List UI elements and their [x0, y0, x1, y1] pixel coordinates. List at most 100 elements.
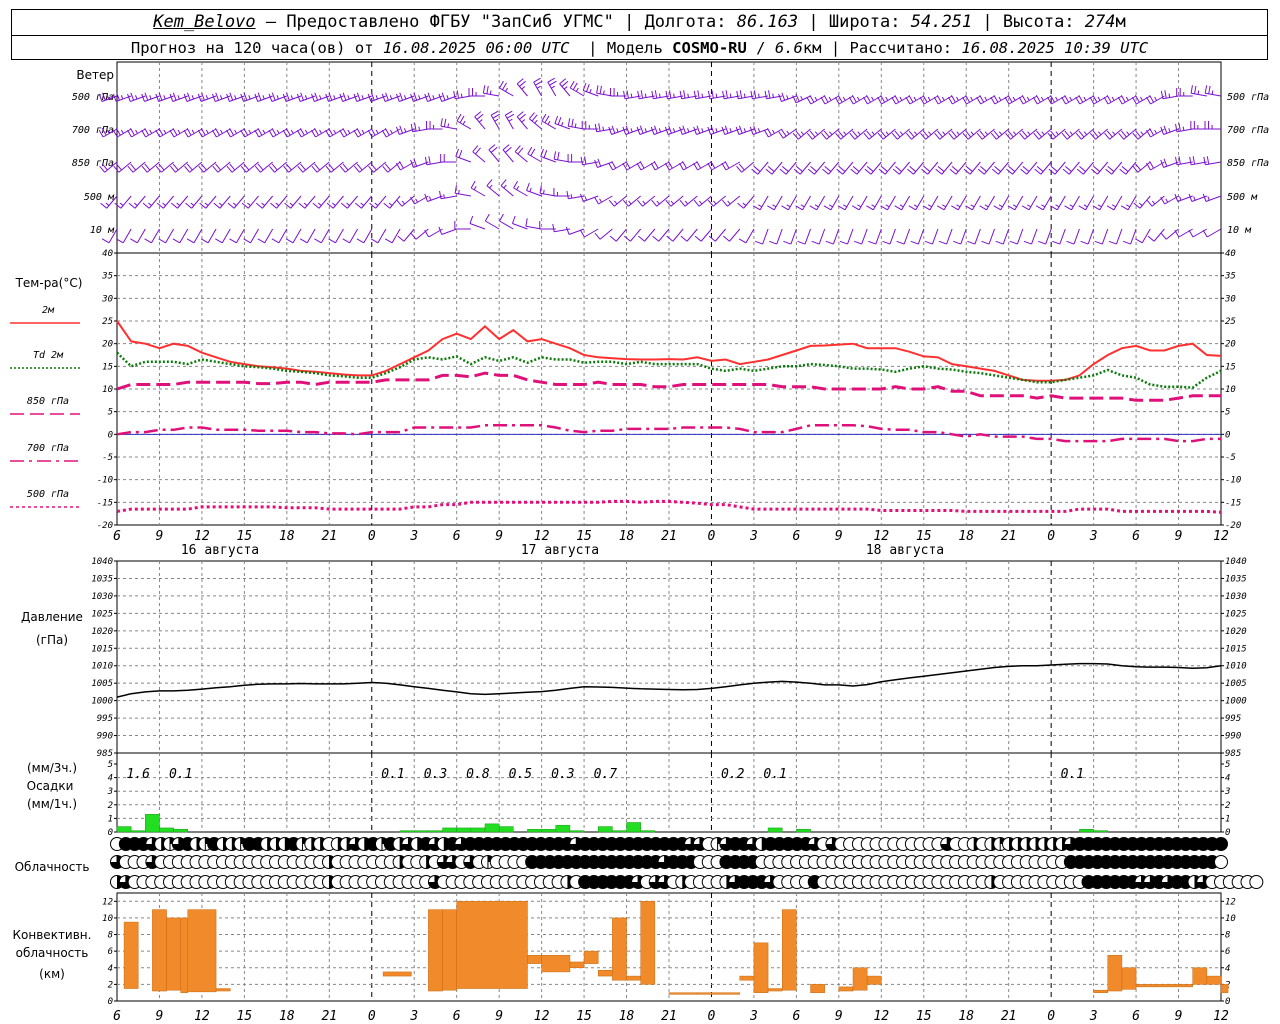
wind-level-label-left: 850 гПа: [72, 158, 114, 169]
wind-barb-feather: [763, 129, 769, 138]
wind-barb-shaft: [941, 161, 953, 175]
wind-barb: [172, 228, 189, 244]
wind-barb-feather: [333, 95, 336, 100]
wind-barb-feather: [1035, 95, 1041, 103]
wind-barb-feather: [1022, 166, 1030, 172]
wind-barb-feather: [254, 93, 259, 102]
wind-barb-feather: [395, 162, 401, 171]
wind-barb-feather: [990, 96, 996, 105]
precip-bar: [413, 830, 429, 833]
wind-barb-feather: [751, 168, 759, 175]
wind-barb-feather: [135, 129, 138, 134]
wind-barb-feather: [962, 132, 969, 140]
wind-barb-feather: [1027, 204, 1032, 208]
wind-barb-feather: [197, 93, 202, 102]
wind-barb-shaft: [672, 228, 684, 242]
temp-ytick-left: 25: [102, 317, 113, 327]
wind-barb-feather: [856, 96, 860, 101]
wind-barb-feather: [1048, 168, 1056, 175]
wind-barb: [426, 121, 443, 130]
temp-ytick-right: -10: [1225, 476, 1241, 486]
wind-barb: [185, 195, 203, 209]
pres-ytick-left: 1005: [91, 679, 113, 689]
wind-barb-feather: [998, 131, 1003, 136]
prec-ytick-left: 4: [108, 774, 113, 784]
wind-barb-shaft: [1012, 161, 1024, 175]
wind-barb-feather: [1078, 130, 1085, 138]
wind-barb-feather: [684, 200, 689, 205]
wind-barb-feather: [729, 128, 732, 133]
precip-bar: [428, 830, 443, 833]
wind-barb: [765, 161, 783, 175]
wind-barb-feather: [905, 132, 912, 140]
wind-barb-feather: [119, 202, 124, 206]
wind-barb-feather: [994, 166, 1001, 172]
wind-barb-feather: [765, 168, 773, 175]
wind-barb: [227, 195, 245, 209]
precip-bar: [130, 830, 146, 833]
wind-barb: [579, 193, 599, 202]
wind-barb-shaft: [391, 228, 401, 244]
precip-3h-total: 0.1: [763, 767, 786, 782]
wind-barb: [736, 161, 755, 173]
wind-barb-feather: [936, 205, 945, 211]
wind-barb: [454, 221, 471, 230]
wind-barb-feather: [711, 90, 714, 99]
wind-barb-feather: [970, 131, 974, 136]
temp-legend-label: 2м: [42, 305, 55, 316]
wind-barb-feather: [963, 168, 971, 175]
wind-barb-feather: [144, 163, 151, 171]
wind-barb-feather: [899, 204, 904, 208]
wind-barb-feather: [863, 96, 868, 105]
wind-barb-shaft: [917, 228, 925, 245]
temp-ytick-left: 10: [102, 385, 113, 395]
wind-barb-shaft: [529, 118, 542, 130]
wind-barb-shaft: [221, 228, 231, 244]
wind-barb: [270, 195, 288, 209]
wind-barb: [569, 80, 585, 97]
wind-barb-feather: [1132, 165, 1139, 173]
wind-barb-feather: [1097, 96, 1101, 101]
wind-barb-feather: [319, 129, 322, 134]
wind-barb-shaft: [1113, 195, 1123, 211]
wind-barb: [514, 145, 528, 163]
wind-barb: [396, 195, 415, 207]
wind-barb-feather: [177, 95, 180, 100]
wind-barb-feather: [544, 115, 550, 124]
wind-barb-feather: [567, 118, 571, 127]
wind-barb-feather: [494, 118, 499, 122]
wind-barb: [255, 195, 274, 209]
wind-barb-feather: [339, 165, 346, 173]
wind-barb-feather: [871, 131, 875, 136]
wind-barb-feather: [766, 128, 772, 136]
precip-3h-total: 1.6: [126, 767, 150, 782]
wind-barb-feather: [628, 200, 632, 205]
conv-hour-label: 21: [661, 1009, 677, 1024]
wind-barb-feather: [1080, 240, 1089, 245]
wind-barb-feather: [561, 80, 569, 87]
wind-barb-feather: [821, 132, 827, 140]
wind-barb: [1132, 161, 1151, 173]
wind-barb-feather: [172, 238, 181, 244]
wind-barb-feather: [105, 202, 110, 206]
wind-barb-feather: [113, 165, 120, 173]
wind-barb-feather: [809, 130, 816, 138]
wind-barb-feather: [169, 129, 175, 138]
wind-barb: [439, 190, 457, 200]
wind-barb-feather: [356, 92, 361, 101]
wind-barb-feather: [824, 166, 832, 172]
wind-barb: [779, 161, 797, 175]
wind-barb-feather: [314, 128, 319, 136]
wind-barb-feather: [1117, 96, 1123, 105]
precip-bar: [569, 830, 585, 833]
wind-barb: [839, 228, 854, 245]
wind-barb-feather: [998, 96, 1002, 101]
wind-barb-feather: [486, 179, 493, 187]
wind-barb-feather: [148, 202, 152, 206]
wind-barb-feather: [571, 118, 574, 127]
wind-barb-shaft: [377, 228, 387, 244]
wind-barb-feather: [186, 128, 192, 136]
wind-barb-feather: [679, 199, 686, 207]
wind-barb-feather: [909, 166, 917, 172]
wind-barb-shaft: [773, 195, 783, 211]
